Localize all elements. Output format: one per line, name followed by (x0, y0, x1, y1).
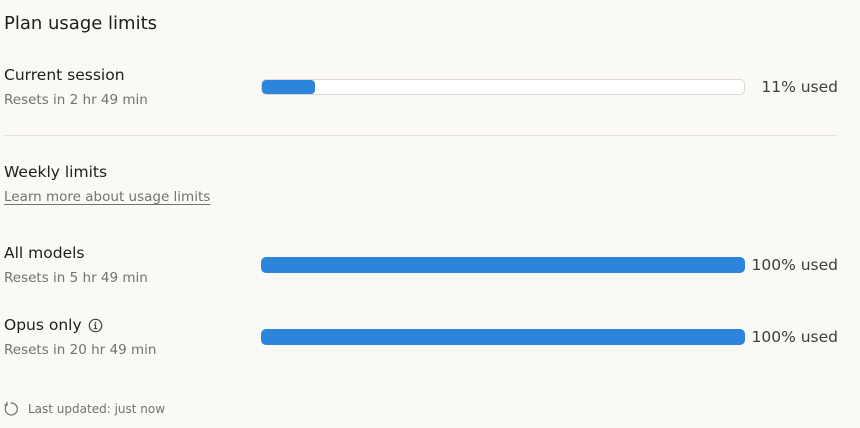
all-models-label: All models (4, 244, 85, 262)
opus-only-percent: 100% used (751, 328, 838, 346)
page-title: Plan usage limits (4, 13, 158, 34)
opus-only-reset-text: Resets in 20 hr 49 min (4, 342, 157, 358)
section-divider (4, 135, 837, 136)
all-models-progress-bar (261, 257, 745, 273)
last-updated-text: Last updated: just now (28, 402, 166, 416)
weekly-limits-heading: Weekly limits (4, 163, 108, 181)
learn-more-link[interactable]: Learn more about usage limits (4, 189, 210, 205)
current-session-progress-bar (261, 79, 745, 95)
current-session-reset-text: Resets in 2 hr 49 min (4, 92, 148, 108)
info-icon[interactable] (88, 318, 103, 333)
current-session-label: Current session (4, 66, 125, 84)
opus-only-label: Opus only (4, 316, 82, 334)
opus-only-progress-fill (261, 329, 745, 345)
current-session-percent: 11% used (761, 78, 838, 96)
all-models-percent: 100% used (751, 256, 838, 274)
refresh-icon[interactable] (3, 401, 19, 417)
current-session-progress-fill (262, 80, 316, 94)
all-models-reset-text: Resets in 5 hr 49 min (4, 270, 148, 286)
opus-only-progress-bar (261, 329, 745, 345)
all-models-progress-fill (261, 257, 745, 273)
